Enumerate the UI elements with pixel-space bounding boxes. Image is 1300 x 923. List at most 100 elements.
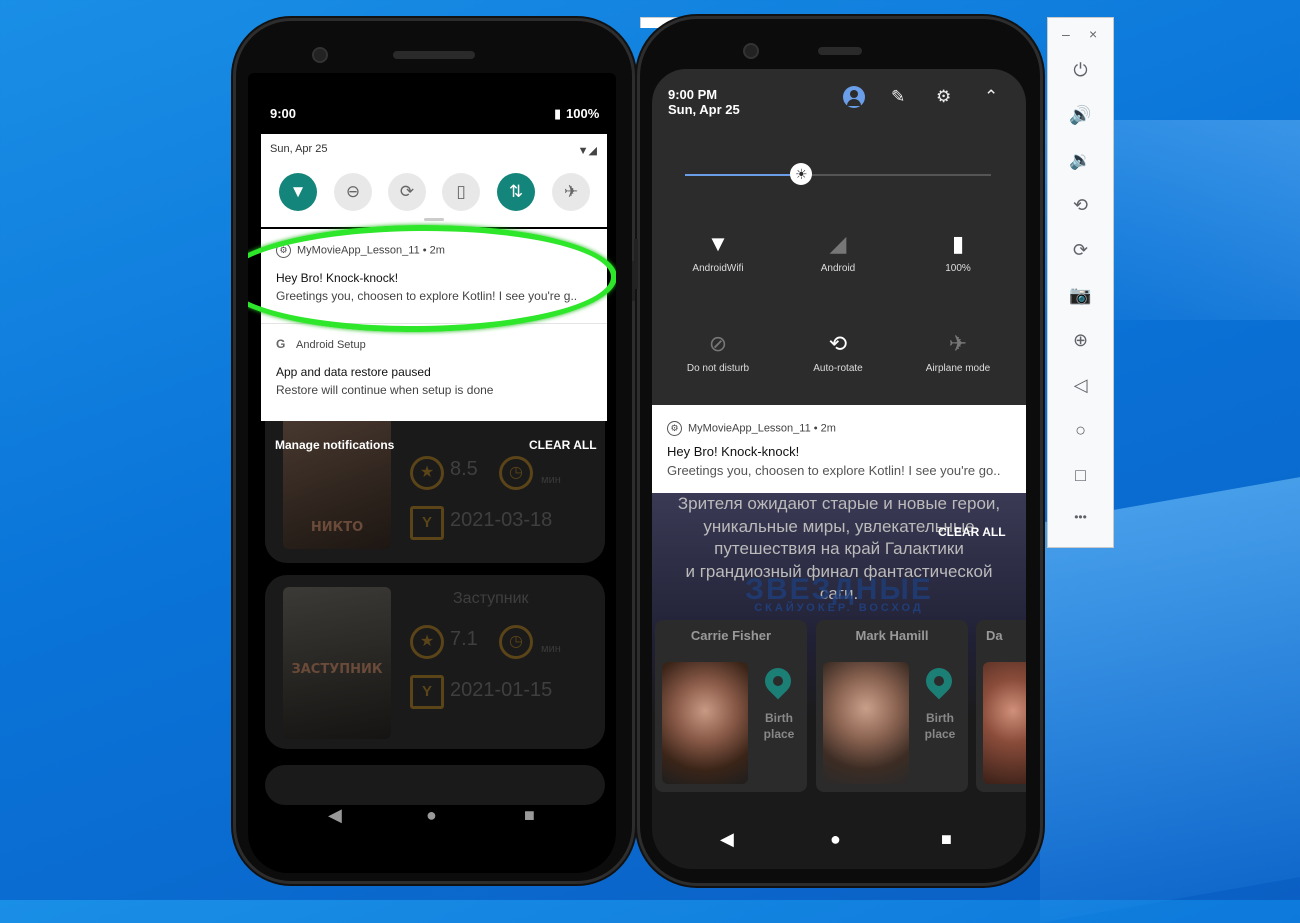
actor-card[interactable]: Carrie Fisher Birth place bbox=[655, 620, 807, 792]
home-icon[interactable]: ○ bbox=[1048, 420, 1113, 441]
recents-icon[interactable]: ■ bbox=[524, 805, 535, 826]
battery-icon: ▮ bbox=[951, 231, 965, 256]
minimize-button[interactable]: – bbox=[1062, 26, 1070, 42]
timer-icon: ◷ bbox=[499, 625, 533, 659]
tile-airplane-mode[interactable]: ✈ Airplane mode bbox=[908, 331, 1008, 374]
battery-level: 100% bbox=[566, 106, 600, 121]
auto-rotate-icon: ⟲ bbox=[828, 331, 848, 356]
actor-name: Mark Hamill bbox=[855, 628, 929, 643]
minutes-label: мин bbox=[541, 643, 561, 655]
zoom-icon[interactable]: ⊕ bbox=[1048, 330, 1113, 351]
actor-name: Da bbox=[986, 628, 1003, 643]
data-icon[interactable]: ⇅ bbox=[497, 173, 535, 211]
front-camera bbox=[312, 47, 328, 63]
actor-photo bbox=[662, 662, 748, 784]
home-icon[interactable]: ● bbox=[830, 829, 841, 850]
tile-wifi[interactable]: ▼ AndroidWifi bbox=[668, 231, 768, 274]
actor-card[interactable]: Da bbox=[976, 620, 1026, 792]
battery-saver-icon[interactable]: ▯ bbox=[442, 173, 480, 211]
tile-label: Do not disturb bbox=[686, 363, 750, 374]
film-reel-icon: ⚙ bbox=[667, 421, 682, 436]
poster-text: НИКТО bbox=[310, 520, 364, 535]
tile-do-not-disturb[interactable]: ⊘ Do not disturb bbox=[668, 331, 768, 374]
volume-up-icon[interactable]: 🔊 bbox=[1048, 105, 1113, 126]
manage-notifications-button[interactable]: Manage notifications bbox=[275, 438, 394, 452]
earpiece-speaker bbox=[818, 47, 862, 55]
wifi-icon[interactable]: ▼ bbox=[279, 173, 317, 211]
settings-icon[interactable]: ⚙ bbox=[936, 87, 951, 107]
tile-label: 100% bbox=[945, 263, 971, 274]
birth-place-label[interactable]: Birth place bbox=[751, 710, 807, 742]
qs-date: Sun, Apr 25 bbox=[270, 143, 328, 155]
user-avatar-icon[interactable] bbox=[843, 86, 865, 108]
power-icon[interactable]: ⏻ bbox=[1048, 60, 1113, 81]
location-pin-icon[interactable] bbox=[920, 662, 958, 700]
notification-app-name: Android Setup bbox=[296, 339, 366, 351]
movie-card[interactable] bbox=[265, 765, 605, 805]
notification-text[interactable]: Restore will continue when setup is done bbox=[276, 383, 596, 397]
shade-time: 9:00 PM bbox=[668, 87, 718, 102]
edit-icon[interactable]: ✎ bbox=[891, 87, 905, 107]
signal-icon: ▼◢ bbox=[577, 145, 597, 157]
close-button[interactable]: × bbox=[1089, 26, 1097, 42]
star-icon: ★ bbox=[410, 456, 444, 490]
do-not-disturb-icon: ⊘ bbox=[708, 331, 728, 356]
timer-icon: ◷ bbox=[499, 456, 533, 490]
poster-text: ЗАСТУПНИК bbox=[291, 662, 383, 677]
movie-card[interactable]: Заступник ЗАСТУПНИК ★ 7.1 ◷ мин Y 2021-0… bbox=[265, 575, 605, 749]
notification-title[interactable]: App and data restore paused bbox=[276, 365, 431, 379]
calendar-icon: Y bbox=[410, 506, 444, 540]
movie-description-line: путешествия на край Галактики bbox=[714, 539, 964, 558]
back-icon[interactable]: ◀ bbox=[720, 829, 734, 850]
phone-emulator-right: Зрителя ожидают старые и новые герои, ун… bbox=[634, 16, 1043, 886]
back-icon[interactable]: ◁ bbox=[1048, 375, 1113, 396]
brightness-fill bbox=[685, 174, 802, 176]
actor-photo bbox=[823, 662, 909, 784]
shade-date: Sun, Apr 25 bbox=[668, 102, 740, 117]
do-not-disturb-icon[interactable]: ⊖ bbox=[334, 173, 372, 211]
google-icon: G bbox=[276, 337, 286, 351]
birth-place-label[interactable]: Birth place bbox=[912, 710, 968, 742]
phone-screen: 9:00 ▮ 100% Sun, Apr 25 ▼◢ ▼ ⊖ ⟳ ▯ ⇅ ✈ Н… bbox=[248, 73, 616, 873]
earpiece-speaker bbox=[393, 51, 475, 59]
cellular-icon: ◢ bbox=[829, 231, 847, 256]
quick-settings-expanded: 9:00 PM Sun, Apr 25 ✎ ⚙ ⌃ ☀ ▼ AndroidWif… bbox=[652, 69, 1026, 405]
movie-rating: 7.1 bbox=[450, 628, 478, 650]
qs-handle[interactable] bbox=[424, 218, 444, 221]
airplane-icon[interactable]: ✈ bbox=[552, 173, 590, 211]
rotate-left-icon[interactable]: ⟲ bbox=[1048, 195, 1113, 216]
clear-all-button[interactable]: CLEAR ALL bbox=[938, 525, 1006, 539]
tile-battery[interactable]: ▮ 100% bbox=[908, 231, 1008, 274]
overview-icon[interactable]: □ bbox=[1048, 465, 1113, 486]
home-icon[interactable]: ● bbox=[426, 805, 437, 826]
airplane-icon: ✈ bbox=[948, 331, 968, 356]
tile-label: AndroidWifi bbox=[692, 263, 744, 274]
tile-auto-rotate[interactable]: ⟲ Auto-rotate bbox=[788, 331, 888, 374]
collapse-icon[interactable]: ⌃ bbox=[984, 87, 998, 107]
clear-all-button[interactable]: CLEAR ALL bbox=[529, 438, 597, 452]
notification[interactable]: ⚙ MyMovieApp_Lesson_11 • 2m Hey Bro! Knoc… bbox=[652, 405, 1026, 493]
phone-emulator-left: 9:00 ▮ 100% Sun, Apr 25 ▼◢ ▼ ⊖ ⟳ ▯ ⇅ ✈ Н… bbox=[233, 18, 636, 884]
poster-subtitle: СКАЙУОКЕР. ВОСХОД bbox=[754, 602, 924, 614]
quick-settings-panel[interactable]: Sun, Apr 25 ▼◢ ▼ ⊖ ⟳ ▯ ⇅ ✈ bbox=[261, 134, 607, 227]
front-camera bbox=[743, 43, 759, 59]
desktop-glow-top bbox=[1000, 120, 1300, 320]
location-pin-icon[interactable] bbox=[759, 662, 797, 700]
tile-cellular[interactable]: ◢ Android bbox=[788, 231, 888, 274]
camera-icon[interactable]: 📷 bbox=[1048, 285, 1113, 306]
battery-icon: ▮ bbox=[554, 106, 562, 121]
auto-rotate-icon[interactable]: ⟳ bbox=[388, 173, 426, 211]
tile-label: Airplane mode bbox=[925, 363, 991, 374]
recents-icon[interactable]: ■ bbox=[941, 829, 952, 850]
rotate-right-icon[interactable]: ⟳ bbox=[1048, 240, 1113, 261]
brightness-slider[interactable]: ☀ bbox=[685, 163, 991, 185]
actor-card[interactable]: Mark Hamill Birth place bbox=[816, 620, 968, 792]
volume-down-icon[interactable]: 🔉 bbox=[1048, 150, 1113, 171]
brightness-icon[interactable]: ☀ bbox=[790, 163, 813, 185]
back-icon[interactable]: ◀ bbox=[328, 805, 342, 826]
minutes-label: мин bbox=[541, 474, 561, 486]
more-icon[interactable]: ••• bbox=[1048, 510, 1113, 524]
notification-text: Greetings you, choosen to explore Kotlin… bbox=[667, 463, 1001, 478]
shade-time-date: 9:00 PM Sun, Apr 25 bbox=[668, 87, 740, 117]
phone-screen: Зрителя ожидают старые и новые герои, ун… bbox=[652, 69, 1026, 869]
